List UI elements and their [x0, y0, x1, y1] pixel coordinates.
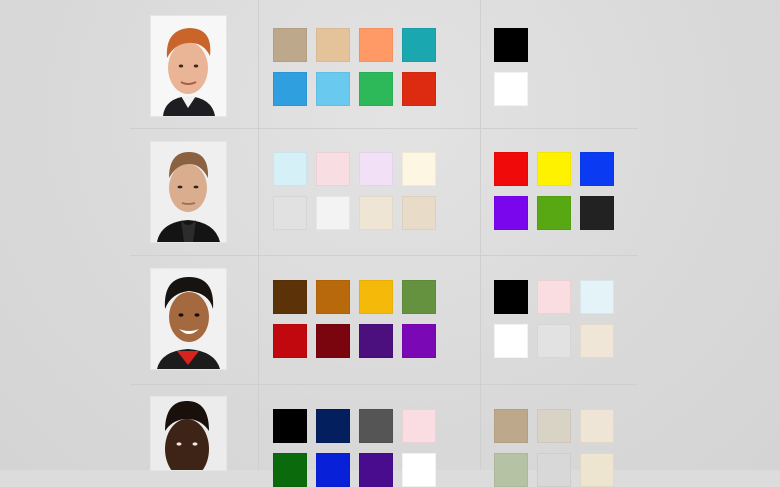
color-swatch [537, 152, 571, 186]
table-row [130, 384, 638, 487]
color-swatch [402, 152, 436, 186]
color-swatch [580, 280, 614, 314]
color-swatch [402, 453, 436, 487]
color-swatch [273, 324, 307, 358]
color-swatch [359, 28, 393, 62]
color-swatch [494, 280, 528, 314]
table-row [130, 128, 638, 256]
color-swatch [537, 280, 571, 314]
color-swatch [580, 196, 614, 230]
color-swatch [273, 28, 307, 62]
color-swatch [316, 453, 350, 487]
color-swatch [316, 409, 350, 443]
color-swatch [537, 196, 571, 230]
color-swatch [402, 280, 436, 314]
color-swatch [402, 28, 436, 62]
color-swatch [537, 324, 571, 358]
color-swatch [494, 152, 528, 186]
color-swatch [273, 409, 307, 443]
table-row [130, 0, 638, 129]
color-swatch [580, 453, 614, 487]
color-swatch [537, 409, 571, 443]
color-swatch [402, 324, 436, 358]
color-swatch [273, 72, 307, 106]
color-swatch [359, 196, 393, 230]
color-swatch [316, 324, 350, 358]
portrait-photo [151, 397, 226, 470]
color-swatch [316, 152, 350, 186]
portrait-photo [151, 269, 226, 369]
color-swatch [273, 196, 307, 230]
color-swatch [273, 152, 307, 186]
color-swatch [359, 280, 393, 314]
portrait-photo [151, 142, 226, 242]
color-swatch [402, 72, 436, 106]
color-swatch [494, 28, 528, 62]
color-swatch [273, 280, 307, 314]
color-swatch [494, 409, 528, 443]
color-swatch [537, 453, 571, 487]
color-swatch [316, 28, 350, 62]
color-swatch [316, 72, 350, 106]
color-swatch [359, 324, 393, 358]
color-swatch [359, 72, 393, 106]
color-swatch [316, 280, 350, 314]
color-swatch [580, 152, 614, 186]
table-row [130, 255, 638, 385]
color-swatch [359, 409, 393, 443]
color-swatch [273, 453, 307, 487]
color-swatch [359, 453, 393, 487]
color-swatch [580, 324, 614, 358]
color-swatch [402, 196, 436, 230]
color-swatch [359, 152, 393, 186]
color-swatch [580, 409, 614, 443]
color-swatch [316, 196, 350, 230]
color-swatch [494, 72, 528, 106]
palette-table [130, 0, 638, 487]
color-swatch [402, 409, 436, 443]
color-swatch [494, 453, 528, 487]
portrait-photo [151, 16, 226, 116]
color-swatch [494, 324, 528, 358]
color-swatch [494, 196, 528, 230]
